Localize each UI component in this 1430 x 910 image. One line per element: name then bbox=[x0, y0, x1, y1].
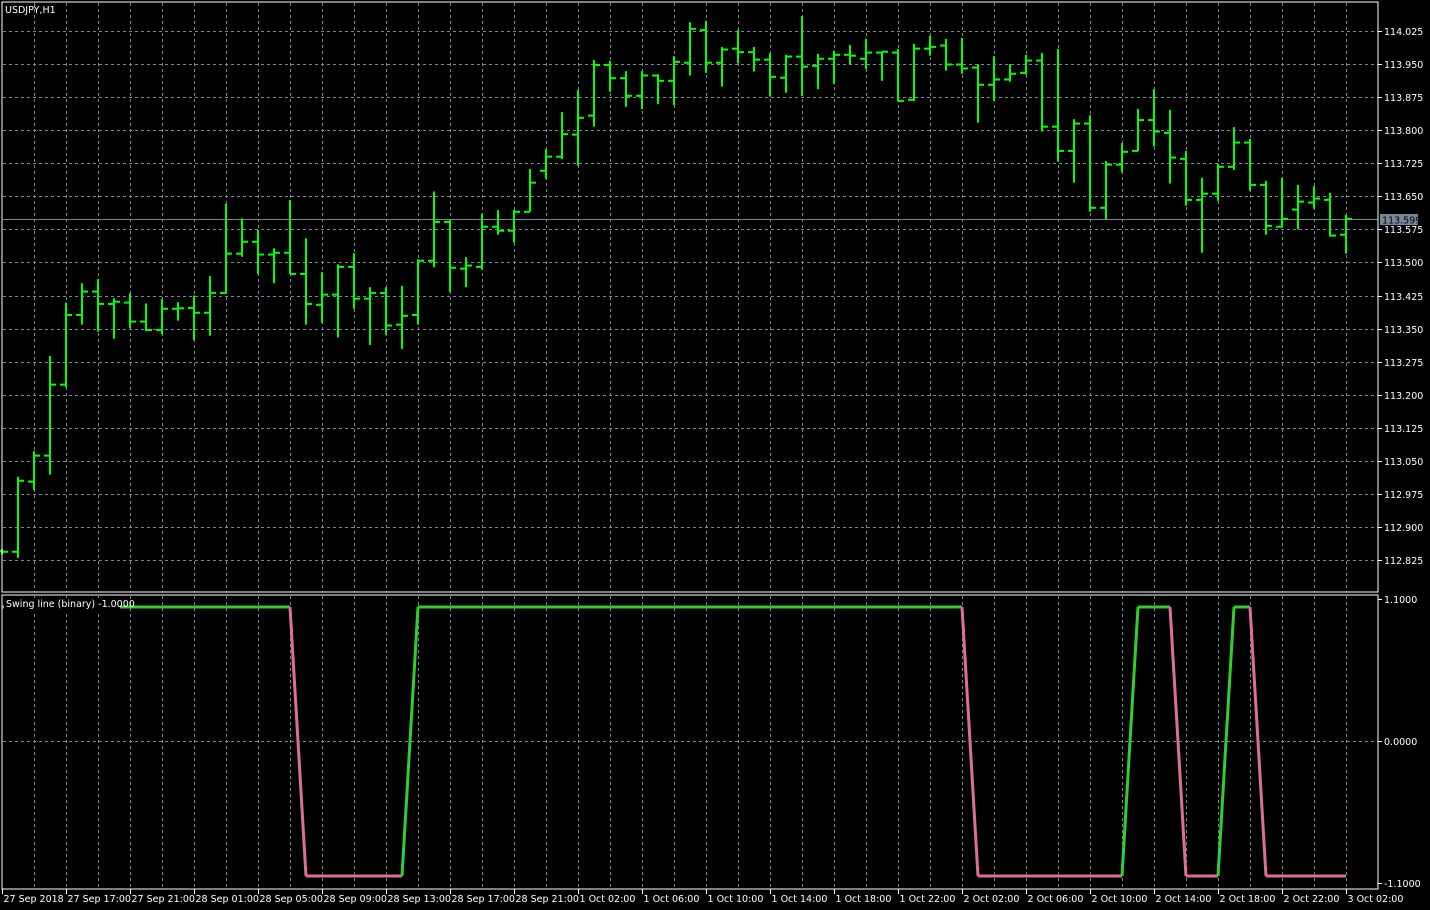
indicator-tick-label: 0.0000 bbox=[1384, 737, 1417, 748]
time-tick-label: 2 Oct 22:00 bbox=[1284, 894, 1340, 905]
current-price-label: 113.599 bbox=[1382, 216, 1421, 227]
time-tick-label: 2 Oct 14:00 bbox=[1156, 894, 1212, 905]
time-tick-label: 28 Sep 05:00 bbox=[260, 894, 323, 905]
price-tick-label: 113.200 bbox=[1384, 391, 1423, 402]
current-price-badge: 113.599 bbox=[1380, 214, 1421, 227]
price-tick-label: 113.425 bbox=[1384, 292, 1423, 303]
time-tick-label: 1 Oct 18:00 bbox=[836, 894, 892, 905]
price-tick-label: 113.125 bbox=[1384, 424, 1423, 435]
price-tick-label: 113.350 bbox=[1384, 325, 1423, 336]
background bbox=[0, 0, 1430, 910]
price-tick-label: 113.725 bbox=[1384, 159, 1423, 170]
indicator-label: Swing line (binary) -1.0000 bbox=[6, 599, 135, 610]
time-tick-label: 1 Oct 14:00 bbox=[772, 894, 828, 905]
price-tick-label: 113.275 bbox=[1384, 358, 1423, 369]
time-tick-label: 1 Oct 10:00 bbox=[708, 894, 764, 905]
time-tick-label: 28 Sep 13:00 bbox=[388, 894, 451, 905]
price-tick-label: 114.025 bbox=[1384, 27, 1423, 38]
price-tick-label: 112.825 bbox=[1384, 556, 1423, 567]
price-tick-label: 112.975 bbox=[1384, 490, 1423, 501]
time-tick-label: 2 Oct 18:00 bbox=[1220, 894, 1276, 905]
indicator-tick-label: 1.1000 bbox=[1384, 595, 1417, 606]
time-tick-label: 2 Oct 10:00 bbox=[1092, 894, 1148, 905]
time-tick-label: 1 Oct 02:00 bbox=[580, 894, 636, 905]
time-tick-label: 27 Sep 2018 bbox=[4, 894, 64, 905]
price-tick-label: 113.875 bbox=[1384, 93, 1423, 104]
time-tick-label: 27 Sep 21:00 bbox=[132, 894, 195, 905]
price-tick-label: 113.575 bbox=[1384, 225, 1423, 236]
time-tick-label: 28 Sep 09:00 bbox=[324, 894, 387, 905]
time-tick-label: 3 Oct 02:00 bbox=[1348, 894, 1404, 905]
indicator-tick-label: -1.1000 bbox=[1384, 879, 1421, 890]
price-tick-label: 113.950 bbox=[1384, 60, 1423, 71]
time-tick-label: 1 Oct 22:00 bbox=[900, 894, 956, 905]
price-tick-label: 113.800 bbox=[1384, 126, 1423, 137]
price-tick-label: 113.050 bbox=[1384, 457, 1423, 468]
time-tick-label: 2 Oct 06:00 bbox=[1028, 894, 1084, 905]
time-tick-label: 28 Sep 01:00 bbox=[196, 894, 259, 905]
time-tick-label: 28 Sep 21:00 bbox=[516, 894, 579, 905]
time-tick-label: 2 Oct 02:00 bbox=[964, 894, 1020, 905]
time-tick-label: 27 Sep 17:00 bbox=[68, 894, 131, 905]
chart-title: USDJPY,H1 bbox=[5, 5, 56, 16]
chart-window[interactable]: USDJPY,H1 Swing line (binary) -1.0000 11… bbox=[0, 0, 1430, 910]
price-tick-label: 113.500 bbox=[1384, 258, 1423, 269]
time-tick-label: 28 Sep 17:00 bbox=[452, 894, 515, 905]
time-tick-label: 1 Oct 06:00 bbox=[644, 894, 700, 905]
price-tick-label: 113.650 bbox=[1384, 192, 1423, 203]
price-tick-label: 112.900 bbox=[1384, 523, 1423, 534]
